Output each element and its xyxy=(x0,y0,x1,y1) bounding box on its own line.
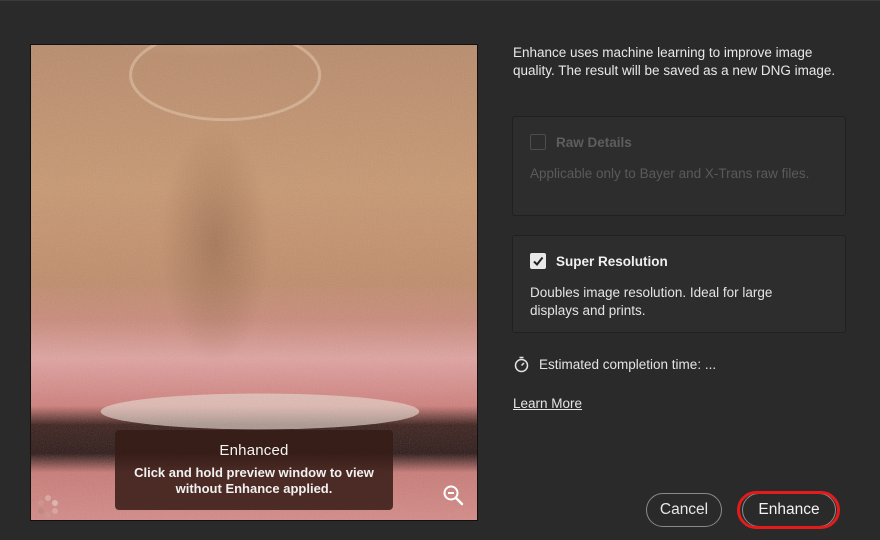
enhance-description: Enhance uses machine learning to improve… xyxy=(513,45,836,78)
super-resolution-option: Super Resolution Doubles image resolutio… xyxy=(512,235,846,333)
loupe-dots-icon xyxy=(38,495,58,518)
overlay-title: Enhanced xyxy=(219,442,289,459)
enhanced-tooltip: Enhanced Click and hold preview window t… xyxy=(115,430,393,510)
zoom-out-icon[interactable] xyxy=(441,483,465,507)
raw-details-label: Raw Details xyxy=(556,134,632,150)
raw-details-checkbox[interactable] xyxy=(530,134,546,150)
overlay-description: Click and hold preview window to view wi… xyxy=(134,465,374,496)
estimated-time: Estimated completion time: ... xyxy=(513,356,716,373)
preview-window[interactable]: Enhanced Click and hold preview window t… xyxy=(30,44,478,521)
super-resolution-checkbox[interactable] xyxy=(530,253,546,269)
enhance-dialog: Enhanced Click and hold preview window t… xyxy=(0,0,880,540)
super-resolution-description: Doubles image resolution. Ideal for larg… xyxy=(530,285,773,318)
checkmark-icon xyxy=(533,256,544,267)
raw-details-option: Raw Details Applicable only to Bayer and… xyxy=(512,116,846,216)
learn-more-link[interactable]: Learn More xyxy=(513,396,582,411)
super-resolution-label: Super Resolution xyxy=(556,253,668,269)
raw-details-description: Applicable only to Bayer and X-Trans raw… xyxy=(530,166,810,181)
cancel-button[interactable]: Cancel xyxy=(646,493,722,527)
estimated-time-label: Estimated completion time: ... xyxy=(539,357,717,372)
enhance-button[interactable]: Enhance xyxy=(742,493,836,527)
stopwatch-icon xyxy=(514,356,529,373)
